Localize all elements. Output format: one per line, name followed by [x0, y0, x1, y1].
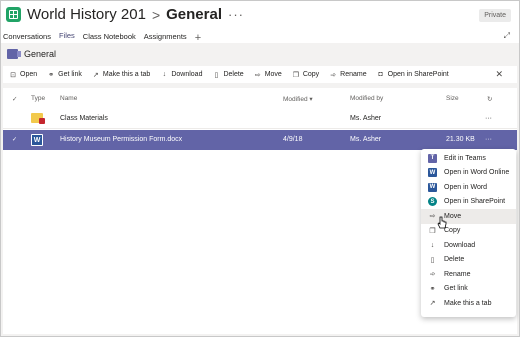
team-name[interactable]: World History 201 [27, 6, 146, 23]
trash-icon: ▯ [430, 256, 435, 264]
breadcrumb: World History 201 > General ··· [27, 6, 244, 23]
team-icon [6, 7, 21, 22]
link-icon: ⚭ [48, 71, 55, 79]
sharepoint-icon: S [428, 197, 437, 207]
menu-item-label: Open in Word [444, 183, 488, 191]
files-header: General [1, 43, 519, 65]
open-icon: ⊡ [10, 71, 16, 79]
file-name[interactable]: Class Materials [60, 115, 108, 122]
channel-header: World History 201 > General ··· Private … [1, 1, 519, 45]
modified-by: Ms. Asher [350, 115, 382, 122]
open-sharepoint-button[interactable]: ◘ Open in SharePoint [377, 71, 449, 78]
file-size: 21.30 KB [446, 136, 475, 143]
menu-item-label: Edit in Teams [444, 154, 486, 162]
channel-name[interactable]: General [166, 6, 222, 23]
menu-item-edit-in-teams[interactable]: T Edit in Teams [421, 151, 516, 166]
menu-item-label: Open in Word Online [444, 169, 510, 177]
word-icon: W [428, 182, 437, 192]
sharepoint-icon: ◘ [378, 71, 383, 78]
delete-button[interactable]: ▯ Delete [212, 71, 244, 79]
menu-item-get-link[interactable]: ⚭ Get link [421, 282, 516, 297]
make-tab-button[interactable]: ↗ Make this a tab [92, 71, 150, 79]
move-label: Move [264, 71, 282, 78]
menu-item-download[interactable]: ↓ Download [421, 238, 516, 253]
menu-item-label: Open in SharePoint [444, 198, 506, 206]
tab-icon: ↗ [92, 71, 99, 79]
column-modified[interactable]: Modified ▾ [283, 95, 313, 103]
rename-icon: ➾ [429, 271, 436, 279]
menu-item-open-in-word[interactable]: W Open in Word [421, 180, 516, 195]
get-link-button[interactable]: ⚭ Get link [47, 71, 82, 79]
sharepoint-library-icon [7, 49, 21, 59]
column-modified-by[interactable]: Modified by [350, 95, 383, 102]
open-sharepoint-label: Open in SharePoint [387, 71, 449, 78]
column-headers: ✓ Type Name Modified ▾ Modified by Size … [3, 88, 517, 109]
trash-icon: ▯ [214, 71, 219, 79]
copy-icon: ❐ [292, 71, 299, 79]
copy-icon: ❐ [429, 227, 436, 235]
menu-item-label: Rename [444, 270, 471, 278]
delete-label: Delete [223, 71, 244, 78]
menu-item-label: Delete [444, 256, 465, 264]
column-size[interactable]: Size [446, 95, 459, 102]
context-menu: T Edit in Teams W Open in Word Online W Ope… [421, 149, 516, 317]
row-check-icon[interactable]: ✓ [12, 136, 17, 143]
menu-item-open-word-online[interactable]: W Open in Word Online [421, 166, 516, 181]
private-badge: Private [479, 9, 511, 22]
menu-item-copy[interactable]: ❐ Copy [421, 224, 516, 239]
rename-button[interactable]: ➾ Rename [329, 71, 366, 79]
column-name[interactable]: Name [60, 95, 77, 102]
add-tab-icon[interactable]: + [195, 33, 201, 44]
teams-window: World History 201 > General ··· Private … [0, 0, 520, 337]
download-icon: ↓ [162, 71, 167, 78]
make-tab-label: Make this a tab [102, 71, 151, 78]
modified-by: Ms. Asher [350, 136, 382, 143]
close-icon[interactable]: ✕ [495, 69, 503, 80]
open-button[interactable]: ⊡ Open [9, 71, 37, 79]
download-label: Download [171, 71, 203, 78]
column-type[interactable]: Type [31, 95, 45, 102]
breadcrumb-separator: > [151, 6, 161, 23]
command-bar: ⊡ Open ⚭ Get link ↗ Make this a tab ↓ Downlo… [3, 66, 517, 83]
copy-button[interactable]: ❐ Copy [292, 71, 319, 79]
teams-icon: T [428, 153, 437, 163]
folder-icon [31, 113, 45, 124]
menu-item-make-tab[interactable]: ↗ Make this a tab [421, 296, 516, 311]
download-button[interactable]: ↓ Download [160, 71, 203, 78]
row-more-icon[interactable]: ··· [485, 136, 492, 143]
menu-item-delete[interactable]: ▯ Delete [421, 253, 516, 268]
table-row[interactable]: Class Materials Ms. Asher ··· [3, 109, 517, 129]
file-name[interactable]: History Museum Permission Form.docx [60, 136, 182, 143]
word-icon: W [428, 168, 437, 178]
menu-item-rename[interactable]: ➾ Rename [421, 267, 516, 282]
row-more-icon[interactable]: ··· [485, 115, 492, 122]
refresh-icon[interactable]: ↻ [487, 95, 492, 103]
get-link-label: Get link [58, 71, 82, 78]
table-row-selected[interactable]: ✓ W History Museum Permission Form.docx … [3, 130, 517, 150]
open-label: Open [20, 71, 38, 78]
move-icon: ⇨ [429, 213, 436, 221]
move-button[interactable]: ⇨ Move [254, 71, 282, 79]
hand-cursor-icon [437, 216, 447, 229]
menu-item-open-sharepoint[interactable]: S Open in SharePoint [421, 195, 516, 210]
link-icon: ⚭ [429, 285, 436, 293]
rename-icon: ➾ [330, 71, 337, 79]
download-icon: ↓ [430, 241, 435, 249]
word-icon: W [31, 134, 43, 146]
rename-label: Rename [340, 71, 367, 78]
menu-item-label: Download [444, 241, 476, 249]
select-all-check-icon[interactable]: ✓ [12, 95, 17, 103]
tab-icon: ↗ [429, 300, 436, 308]
modified-date: 4/9/18 [283, 136, 303, 143]
move-icon: ⇨ [254, 71, 261, 79]
library-title: General [24, 49, 57, 59]
menu-item-move[interactable]: ⇨ Move [421, 209, 516, 224]
menu-item-label: Get link [444, 285, 468, 293]
copy-label: Copy [302, 71, 320, 78]
more-options-icon[interactable]: ··· [228, 7, 244, 22]
expand-icon[interactable]: ⤢ [504, 31, 510, 41]
menu-item-label: Make this a tab [444, 299, 492, 307]
